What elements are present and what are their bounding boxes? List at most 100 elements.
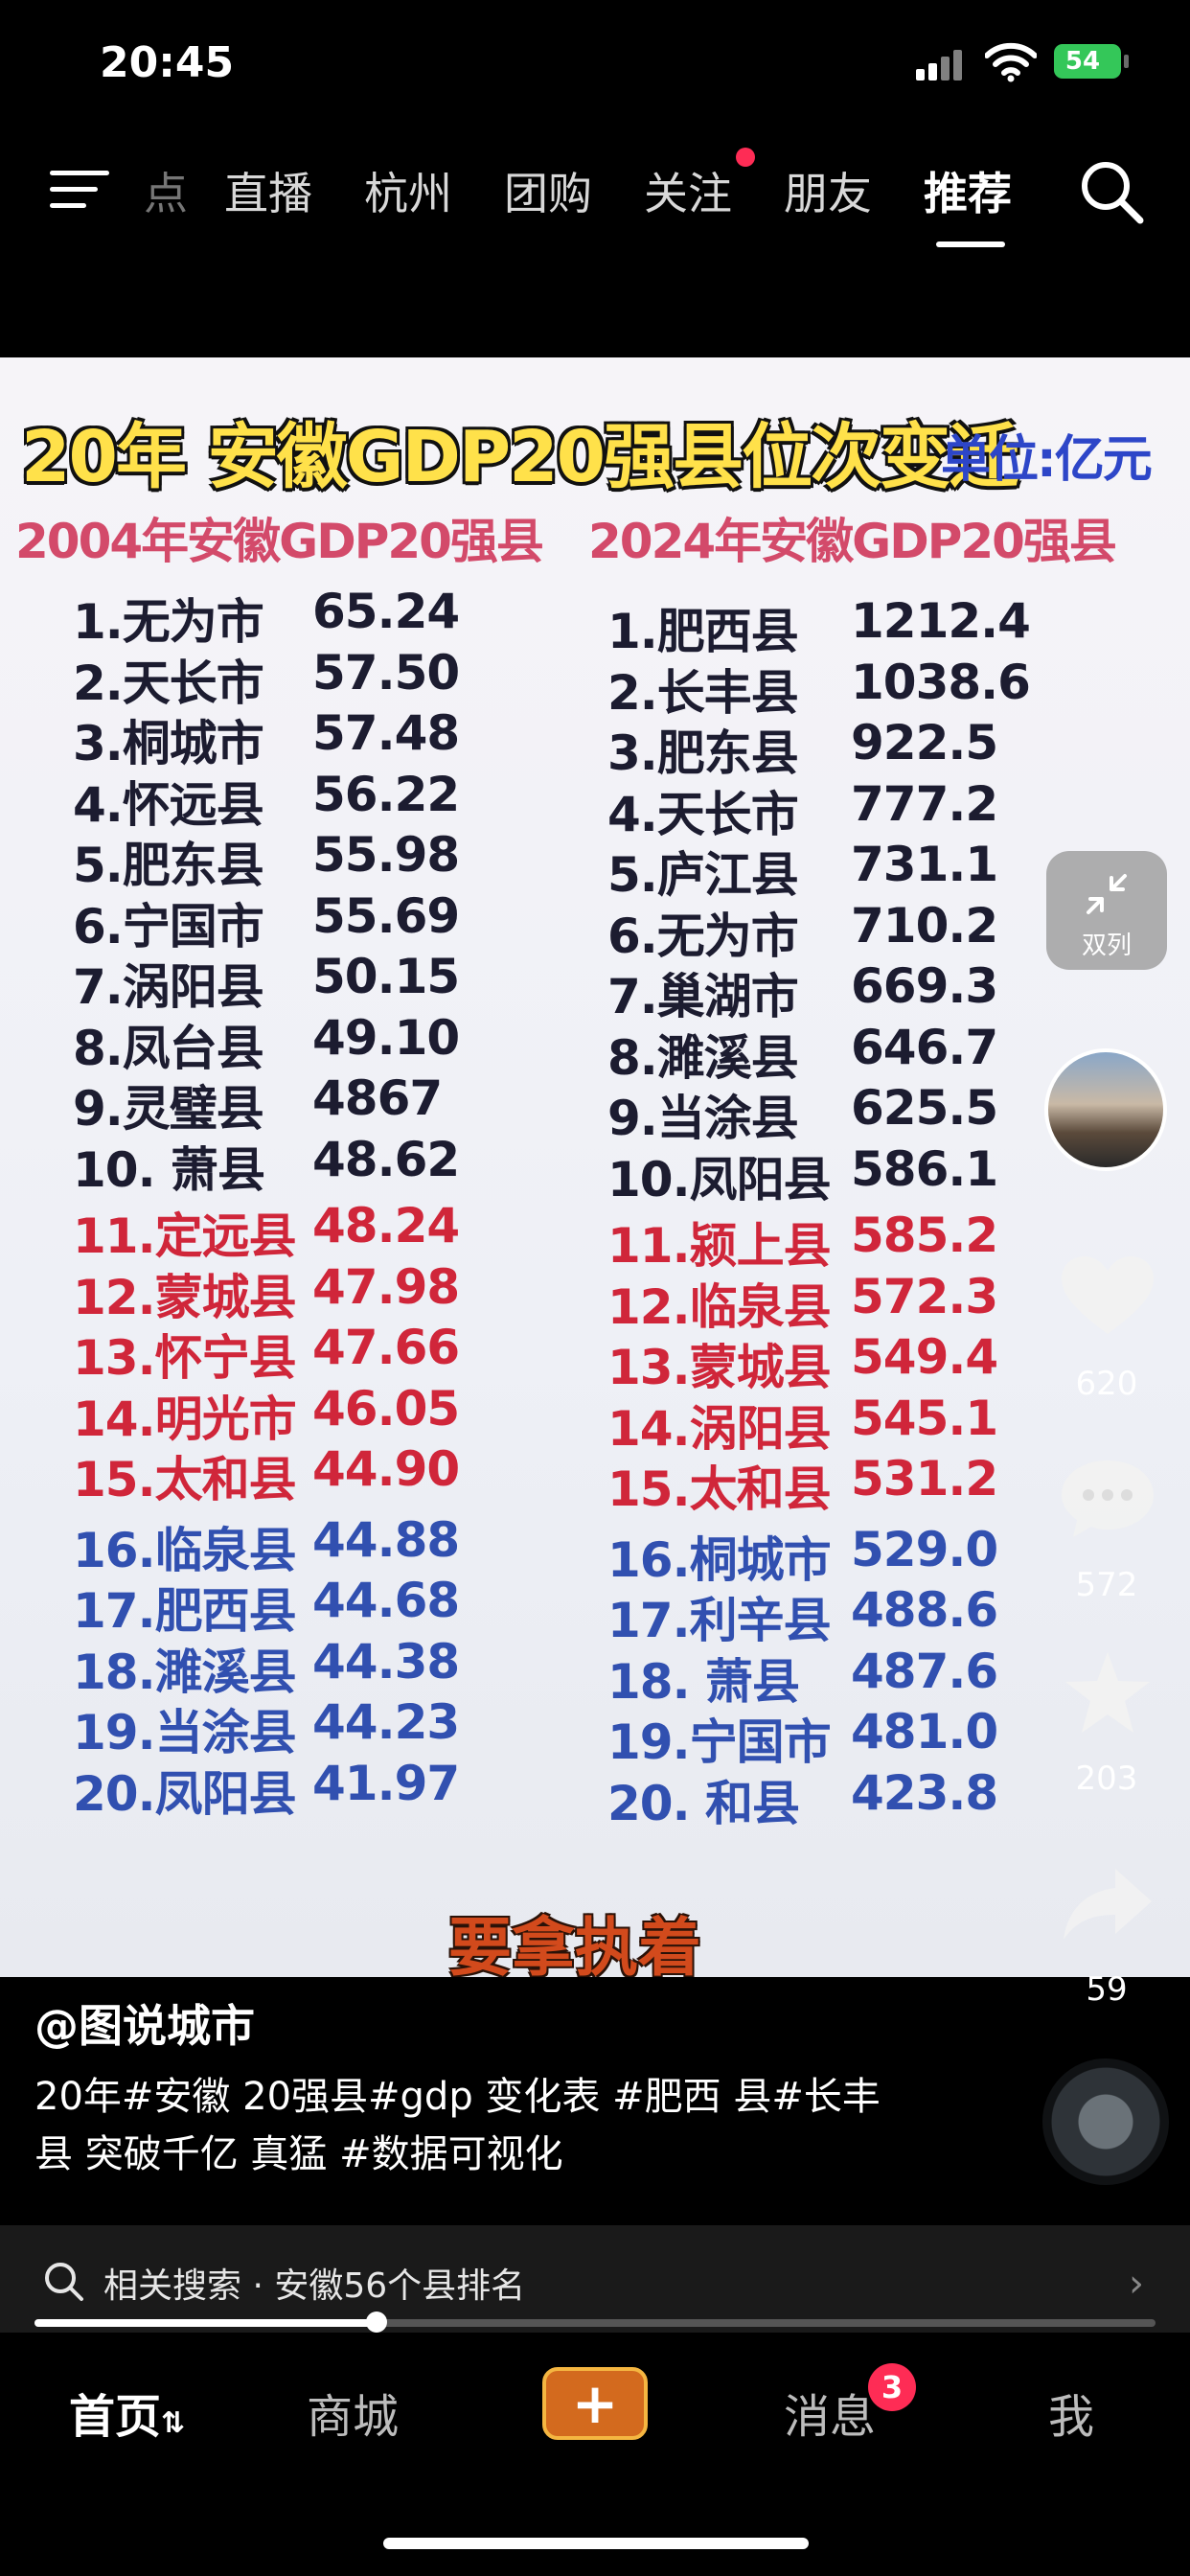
search-icon[interactable] bbox=[1077, 157, 1146, 226]
gdp-value: 1212.4 bbox=[851, 593, 1031, 649]
county-name: 13.蒙城县 bbox=[607, 1340, 832, 1395]
gdp-value: 646.7 bbox=[851, 1020, 998, 1075]
gdp-value: 572.3 bbox=[851, 1269, 998, 1324]
gdp-value: 625.5 bbox=[851, 1080, 998, 1136]
gdp-value: 46.05 bbox=[312, 1381, 460, 1437]
like-count: 620 bbox=[1075, 1365, 1138, 1403]
gdp-value: 531.2 bbox=[851, 1451, 998, 1506]
chevron-right-icon[interactable]: › bbox=[1129, 2262, 1144, 2306]
dual-column-label: 双列 bbox=[1081, 932, 1132, 960]
video-title: 20年 安徽GDP20强县位次变迁 bbox=[21, 416, 1019, 498]
gdp-value: 41.97 bbox=[312, 1756, 460, 1811]
tab-group-buy[interactable]: 团购 bbox=[504, 159, 592, 222]
video-subtitle: 要拿执着 bbox=[448, 1911, 701, 1977]
gdp-value: 48.62 bbox=[312, 1132, 460, 1187]
unit-label: 单位:亿元 bbox=[941, 431, 1153, 489]
gdp-value: 50.15 bbox=[312, 949, 460, 1004]
share-icon[interactable] bbox=[1058, 1863, 1157, 1949]
tab-messages[interactable]: 消息 bbox=[784, 2379, 876, 2446]
add-button[interactable]: + bbox=[542, 2367, 648, 2440]
gdp-value: 57.50 bbox=[312, 645, 460, 701]
gdp-value: 47.66 bbox=[312, 1320, 460, 1375]
gdp-value: 4867 bbox=[312, 1070, 443, 1126]
favorite-star-icon[interactable] bbox=[1058, 1650, 1157, 1736]
gdp-value: 423.8 bbox=[851, 1765, 998, 1821]
gdp-value: 545.1 bbox=[851, 1391, 998, 1446]
video-progress-bar[interactable] bbox=[34, 2312, 1156, 2333]
county-name: 16.临泉县 bbox=[73, 1523, 297, 1578]
progress-handle[interactable] bbox=[366, 2312, 387, 2333]
collapse-icon bbox=[1087, 874, 1127, 914]
county-name: 1.肥西县 bbox=[607, 604, 799, 659]
county-name: 4.天长市 bbox=[607, 787, 799, 842]
gdp-value: 777.2 bbox=[851, 776, 998, 832]
progress-fill bbox=[34, 2319, 377, 2327]
status-time: 20:45 bbox=[100, 38, 235, 87]
music-disc[interactable] bbox=[1042, 2058, 1169, 2185]
gdp-value: 710.2 bbox=[851, 898, 998, 954]
tab-home[interactable]: 首页⇅ bbox=[69, 2379, 185, 2446]
home-indicator bbox=[383, 2538, 809, 2549]
gdp-value: 57.48 bbox=[312, 705, 460, 761]
gdp-value: 731.1 bbox=[851, 837, 998, 892]
battery-icon: 54 bbox=[1054, 44, 1129, 79]
county-name: 1.无为市 bbox=[73, 594, 264, 650]
county-name: 4.怀远县 bbox=[73, 777, 264, 833]
message-badge: 3 bbox=[868, 2363, 916, 2411]
tab-recommend[interactable]: 推荐 bbox=[924, 159, 1012, 222]
notification-dot bbox=[736, 148, 755, 167]
county-name: 14.明光市 bbox=[73, 1392, 297, 1447]
tab-me[interactable]: 我 bbox=[1048, 2379, 1094, 2446]
tab-home-label: 首页 bbox=[69, 2390, 162, 2444]
tab-partial[interactable]: 点 bbox=[144, 159, 188, 222]
gdp-value: 549.4 bbox=[851, 1329, 998, 1385]
right-column-header: 2024年安徽GDP20强县 bbox=[588, 514, 1117, 569]
author-name[interactable]: @图说城市 bbox=[34, 1991, 255, 2055]
gdp-value: 44.88 bbox=[312, 1512, 460, 1568]
county-name: 20. 和县 bbox=[607, 1776, 800, 1831]
video-player[interactable]: 20年 安徽GDP20强县位次变迁 单位:亿元 2004年安徽GDP20强县 2… bbox=[0, 357, 1190, 1977]
refresh-swap-icon: ⇅ bbox=[161, 2406, 186, 2440]
county-name: 15.太和县 bbox=[73, 1452, 297, 1507]
county-name: 7.巢湖市 bbox=[607, 969, 799, 1024]
county-name: 13.怀宁县 bbox=[73, 1330, 297, 1386]
county-name: 19.当涂县 bbox=[73, 1705, 297, 1760]
gdp-value: 44.38 bbox=[312, 1634, 460, 1690]
search-icon bbox=[45, 2263, 83, 2301]
gdp-value: 669.3 bbox=[851, 958, 998, 1014]
county-name: 18. 萧县 bbox=[607, 1654, 800, 1710]
tab-hangzhou[interactable]: 杭州 bbox=[364, 159, 452, 222]
tab-friends[interactable]: 朋友 bbox=[784, 159, 872, 222]
plus-icon: + bbox=[571, 2371, 619, 2436]
active-tab-indicator bbox=[936, 242, 1005, 247]
related-search-text[interactable]: 相关搜索 · 安徽56个县排名 bbox=[103, 2258, 525, 2308]
county-name: 2.天长市 bbox=[73, 656, 264, 711]
tab-live[interactable]: 直播 bbox=[224, 159, 312, 222]
gdp-value: 55.69 bbox=[312, 888, 460, 944]
comment-icon[interactable] bbox=[1058, 1455, 1157, 1541]
video-caption[interactable]: 20年#安徽 20强县#gdp 变化表 #肥西 县#长丰县 突破千亿 真猛 #数… bbox=[34, 2068, 916, 2183]
county-name: 18.濉溪县 bbox=[73, 1644, 297, 1700]
county-name: 8.凤台县 bbox=[73, 1021, 264, 1076]
left-column-header: 2004年安徽GDP20强县 bbox=[15, 514, 544, 569]
county-name: 5.庐江县 bbox=[607, 847, 799, 903]
county-name: 11.颍上县 bbox=[607, 1218, 832, 1274]
county-name: 5.肥东县 bbox=[73, 838, 264, 893]
tab-mall[interactable]: 商城 bbox=[307, 2379, 399, 2446]
wifi-icon bbox=[985, 42, 1037, 82]
county-name: 8.濉溪县 bbox=[607, 1030, 799, 1086]
county-name: 2.长丰县 bbox=[607, 665, 799, 721]
county-name: 10.凤阳县 bbox=[607, 1152, 832, 1208]
gdp-value: 55.98 bbox=[312, 827, 460, 883]
tab-following[interactable]: 关注 bbox=[644, 159, 732, 222]
dual-column-button[interactable]: 双列 bbox=[1046, 851, 1167, 970]
gdp-value: 49.10 bbox=[312, 1010, 460, 1066]
gdp-value: 48.24 bbox=[312, 1198, 460, 1254]
menu-icon[interactable] bbox=[50, 169, 109, 211]
author-avatar[interactable] bbox=[1044, 1048, 1167, 1171]
gdp-value: 529.0 bbox=[851, 1522, 998, 1577]
county-name: 12.临泉县 bbox=[607, 1279, 832, 1335]
gdp-value: 586.1 bbox=[851, 1141, 998, 1197]
county-name: 3.桐城市 bbox=[73, 716, 264, 771]
like-heart-icon[interactable] bbox=[1058, 1254, 1157, 1340]
